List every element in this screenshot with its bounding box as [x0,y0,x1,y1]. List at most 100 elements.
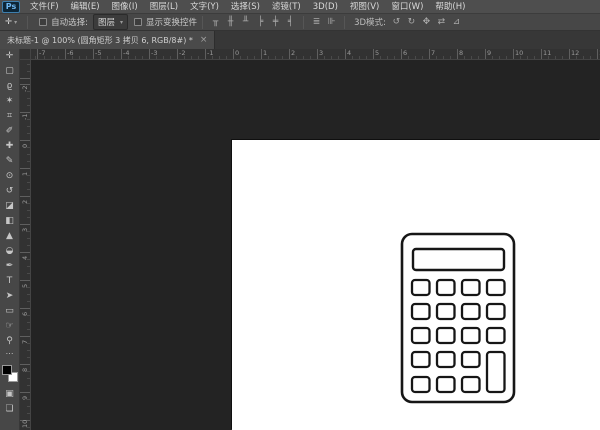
3d-slide-icon[interactable]: ⇄ [435,15,448,30]
document-canvas[interactable] [232,140,600,430]
blur-tool[interactable]: ▲ [0,229,20,244]
align-vertical-centers-icon[interactable]: ╫ [224,15,237,30]
calculator-button [412,377,430,392]
calculator-button [437,280,455,295]
ruler-label: -4 [123,49,129,57]
auto-select-checkbox[interactable] [39,18,47,26]
calculator-button [412,352,430,367]
show-transform-controls-checkbox[interactable] [134,18,142,26]
move-tool[interactable]: ✛ [0,49,20,64]
tool-palette: ✛▢ϱ✶⌗✐✚✎⊙↺◪◧▲◒✒T➤▭☞⚲ ⋯ ▣❏ [0,49,20,430]
ruler-label: 8 [21,368,29,372]
lasso-tool[interactable]: ϱ [0,79,20,94]
eraser-tool[interactable]: ◪ [0,199,20,214]
calculator-button [412,304,430,319]
ruler-label: -1 [21,114,29,120]
ruler-label: 1 [21,172,29,176]
history-brush-tool[interactable]: ↺ [0,184,20,199]
ruler-label: 10 [21,420,29,428]
hand-tool[interactable]: ☞ [0,319,20,334]
ruler-label: 5 [375,49,379,57]
ruler-label: 7 [431,49,435,57]
menu-item-3dd[interactable]: 3D(D) [307,0,344,14]
calculator-button [487,304,505,319]
align-left-edges-icon[interactable]: ╞ [254,15,267,30]
close-icon[interactable]: × [200,35,208,45]
menu-item-e[interactable]: 编辑(E) [65,0,106,14]
3d-roll-icon[interactable]: ↻ [405,15,418,30]
photoshop-window: Ps 文件(F)编辑(E)图像(I)图层(L)文字(Y)选择(S)滤镜(T)3D… [0,0,600,430]
ruler-label: -7 [39,49,45,57]
type-tool[interactable]: T [0,274,20,289]
ruler-label: 0 [235,49,239,57]
menu-item-y[interactable]: 文字(Y) [184,0,225,14]
ruler-label: 11 [543,49,551,57]
foreground-color-swatch[interactable] [2,365,12,375]
gradient-tool[interactable]: ◧ [0,214,20,229]
align-horizontal-centers-icon[interactable]: ╪ [269,15,282,30]
calculator-button [437,328,455,343]
ruler-label: 9 [487,49,491,57]
document-tab[interactable]: 未标题-1 @ 100% (圆角矩形 3 拷贝 6, RGB/8#) * × [0,31,215,49]
divider [202,16,203,29]
dodge-tool[interactable]: ◒ [0,244,20,259]
menu-item-i[interactable]: 图像(I) [106,0,144,14]
3d-scale-icon[interactable]: ⊿ [450,15,463,30]
menu-item-f[interactable]: 文件(F) [24,0,65,14]
photoshop-logo[interactable]: Ps [2,1,20,13]
menu-item-v[interactable]: 视图(V) [344,0,385,14]
ruler-label: 1 [263,49,267,57]
options-bar: ✛ ▾ 自动选择: 图层 ▾ 显示变换控件 ╥╫╨╞╪╡ ≣⊪ 3D模式: ↺↻… [0,14,600,31]
calculator-button [412,280,430,295]
align-bottom-edges-icon[interactable]: ╨ [239,15,252,30]
document-tab-bar: 未标题-1 @ 100% (圆角矩形 3 拷贝 6, RGB/8#) * × [0,31,600,49]
align-top-edges-icon[interactable]: ╥ [209,15,222,30]
calculator-button [462,304,480,319]
calculator-button [462,280,480,295]
pen-tool[interactable]: ✒ [0,259,20,274]
eyedropper-tool[interactable]: ✐ [0,124,20,139]
ruler-label: 2 [291,49,295,57]
ruler-origin-corner[interactable] [20,49,31,60]
align-right-edges-icon[interactable]: ╡ [284,15,297,30]
ruler-label: -3 [151,49,157,57]
chevron-down-icon: ▾ [14,19,17,26]
menu-item-s[interactable]: 选择(S) [225,0,266,14]
menu-item-w[interactable]: 窗口(W) [385,0,429,14]
tool-preset-picker[interactable]: ✛ ▾ [0,17,22,27]
auto-select-value: 图层 [98,16,115,28]
color-swatches [1,363,19,387]
edit-toolbar-button[interactable]: ⋯ [0,349,20,361]
screen-mode-button[interactable]: ❏ [0,402,20,417]
path-selection-tool[interactable]: ➤ [0,289,20,304]
quick-selection-tool[interactable]: ✶ [0,94,20,109]
calculator-drawing [232,140,600,430]
menu-item-t[interactable]: 滤镜(T) [266,0,307,14]
zoom-tool[interactable]: ⚲ [0,334,20,349]
calculator-display [413,249,504,270]
ruler-label: -1 [207,49,213,57]
divider [303,16,304,29]
crop-tool[interactable]: ⌗ [0,109,20,124]
ruler-label: 7 [21,340,29,344]
calculator-button [462,328,480,343]
marquee-tool[interactable]: ▢ [0,64,20,79]
3d-drag-icon[interactable]: ✥ [420,15,433,30]
3d-rotate-icon[interactable]: ↺ [390,15,403,30]
quick-mask-button[interactable]: ▣ [0,387,20,402]
calculator-tall-button [487,352,505,392]
brush-tool[interactable]: ✎ [0,154,20,169]
menu-item-h[interactable]: 帮助(H) [429,0,471,14]
top-ruler[interactable]: -7-6-5-4-3-2-1012345678910111213 [31,49,600,60]
auto-select-dropdown[interactable]: 图层 ▾ [93,14,128,30]
distribute-vertical-icon[interactable]: ≣ [310,15,323,30]
distribute-horizontal-icon[interactable]: ⊪ [325,15,338,30]
ruler-label: 4 [347,49,351,57]
clone-stamp-tool[interactable]: ⊙ [0,169,20,184]
healing-brush-tool[interactable]: ✚ [0,139,20,154]
menu-item-l[interactable]: 图层(L) [144,0,184,14]
ruler-label: 10 [515,49,523,57]
left-ruler[interactable]: -2-1012345678910 [20,60,31,430]
rectangle-tool[interactable]: ▭ [0,304,20,319]
document-tab-title: 未标题-1 @ 100% (圆角矩形 3 拷贝 6, RGB/8#) * [7,35,193,46]
